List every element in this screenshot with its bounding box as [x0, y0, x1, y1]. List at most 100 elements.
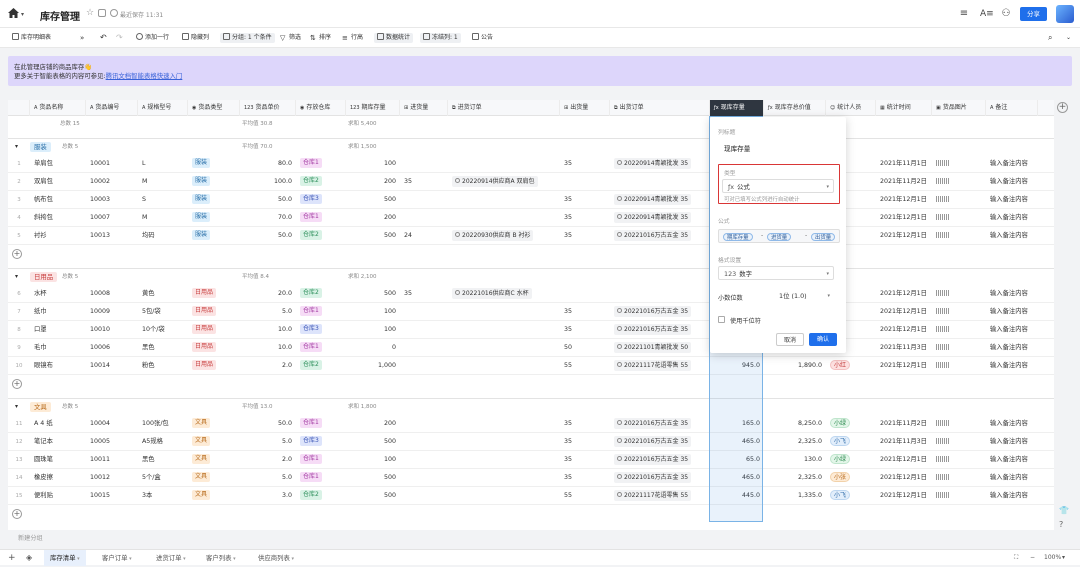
- cell[interactable]: 输入备注内容: [986, 173, 1038, 191]
- cell[interactable]: 165.0: [710, 415, 764, 433]
- cell[interactable]: 20221117花语零售 55: [610, 357, 710, 375]
- cell[interactable]: [448, 339, 560, 357]
- cell[interactable]: 20221016供应商C 水杯: [448, 285, 560, 303]
- add-row-button[interactable]: 添加一行: [136, 33, 169, 43]
- cell[interactable]: [610, 285, 710, 303]
- cell[interactable]: 2021年12月1日: [876, 191, 932, 209]
- linked-record[interactable]: 20221016万古五金 35: [614, 471, 692, 483]
- cell[interactable]: 口罩: [30, 321, 86, 339]
- cell[interactable]: 70.0: [240, 209, 296, 227]
- cell[interactable]: 仓库3: [296, 191, 346, 209]
- add-row-icon[interactable]: +: [12, 509, 22, 519]
- cell[interactable]: 输入备注内容: [986, 191, 1038, 209]
- redo-icon[interactable]: ↷: [116, 33, 123, 43]
- cell[interactable]: [448, 155, 560, 173]
- cell[interactable]: 黄色: [138, 285, 188, 303]
- cell[interactable]: 80.0: [240, 155, 296, 173]
- cell[interactable]: 2021年12月1日: [876, 303, 932, 321]
- cell[interactable]: 服装: [188, 209, 240, 227]
- cell[interactable]: [560, 285, 610, 303]
- search-icon[interactable]: ⌕: [1048, 33, 1052, 43]
- cell[interactable]: 2,325.0: [764, 433, 826, 451]
- cell[interactable]: 2.0: [240, 451, 296, 469]
- cell[interactable]: 1,000: [346, 357, 400, 375]
- cell[interactable]: 10010: [86, 321, 138, 339]
- cell[interactable]: 输入备注内容: [986, 451, 1038, 469]
- thousands-checkbox[interactable]: [718, 316, 725, 323]
- cell[interactable]: 文具: [188, 469, 240, 487]
- image-thumbnail[interactable]: [936, 232, 950, 238]
- cell[interactable]: 2021年12月1日: [876, 321, 932, 339]
- cell[interactable]: 仓库1: [296, 415, 346, 433]
- cell[interactable]: 5包/袋: [138, 303, 188, 321]
- cell[interactable]: 输入备注内容: [986, 285, 1038, 303]
- cell[interactable]: 输入备注内容: [986, 415, 1038, 433]
- add-collaborator-icon[interactable]: ⚇: [1000, 8, 1012, 20]
- cell[interactable]: 仓库1: [296, 209, 346, 227]
- cell[interactable]: 10个/袋: [138, 321, 188, 339]
- cell[interactable]: 35: [560, 415, 610, 433]
- cell[interactable]: 圆珠笔: [30, 451, 86, 469]
- cell[interactable]: [448, 357, 560, 375]
- cell[interactable]: 橡皮擦: [30, 469, 86, 487]
- cell[interactable]: 粉色: [138, 357, 188, 375]
- collapse-caret-icon[interactable]: ▾: [15, 139, 18, 155]
- table-row[interactable]: 11 A 4 纸 10004 100张/包 文具 50.0 仓库1 200 35…: [8, 415, 1054, 433]
- cell[interactable]: 服装: [188, 227, 240, 245]
- collapse-caret-icon[interactable]: ▾: [15, 399, 18, 415]
- cell[interactable]: 单肩包: [30, 155, 86, 173]
- cell[interactable]: 输入备注内容: [986, 339, 1038, 357]
- linked-record[interactable]: 20221117花语零售 55: [614, 359, 692, 371]
- cell[interactable]: 465.0: [710, 469, 764, 487]
- cell[interactable]: 945.0: [710, 357, 764, 375]
- column-header-1[interactable]: A 货品名称: [30, 100, 86, 116]
- image-thumbnail[interactable]: [936, 214, 950, 220]
- font-size-icon[interactable]: A≡: [980, 8, 994, 20]
- cell[interactable]: 输入备注内容: [986, 227, 1038, 245]
- cell[interactable]: 文具: [188, 433, 240, 451]
- cell[interactable]: 仓库2: [296, 285, 346, 303]
- cell[interactable]: 2021年12月1日: [876, 487, 932, 505]
- fullscreen-icon[interactable]: ⛶: [1014, 550, 1018, 566]
- cell[interactable]: [448, 191, 560, 209]
- cell[interactable]: [400, 433, 448, 451]
- cell[interactable]: 20220914青颖批发 35: [610, 209, 710, 227]
- cell[interactable]: [448, 487, 560, 505]
- cell[interactable]: 仓库1: [296, 155, 346, 173]
- cell[interactable]: 445.0: [710, 487, 764, 505]
- cell[interactable]: 55: [560, 357, 610, 375]
- cell[interactable]: [932, 469, 986, 487]
- cell[interactable]: 笔记本: [30, 433, 86, 451]
- cell[interactable]: 5个/盒: [138, 469, 188, 487]
- image-thumbnail[interactable]: [936, 420, 950, 426]
- cell[interactable]: 130.0: [764, 451, 826, 469]
- cell[interactable]: 水杯: [30, 285, 86, 303]
- cell[interactable]: 20220914青颖批发 35: [610, 191, 710, 209]
- cell[interactable]: 黑色: [138, 451, 188, 469]
- cell[interactable]: 50.0: [240, 415, 296, 433]
- cell[interactable]: [932, 209, 986, 227]
- sort-button[interactable]: ⇅ 排序: [310, 33, 331, 43]
- collapse-caret-icon[interactable]: ▾: [15, 269, 18, 285]
- cell[interactable]: 10014: [86, 357, 138, 375]
- cell[interactable]: 仓库2: [296, 487, 346, 505]
- menu-icon[interactable]: ≡: [958, 8, 970, 20]
- cell[interactable]: 小飞: [826, 487, 876, 505]
- home-caret-icon[interactable]: ▾: [21, 11, 24, 18]
- cell[interactable]: 500: [346, 191, 400, 209]
- cell[interactable]: [932, 433, 986, 451]
- cell[interactable]: [400, 357, 448, 375]
- cell[interactable]: 小张: [826, 469, 876, 487]
- cell[interactable]: 35: [560, 209, 610, 227]
- collapse-icon[interactable]: »: [80, 33, 84, 43]
- cell[interactable]: 仓库1: [296, 451, 346, 469]
- cell[interactable]: 10009: [86, 303, 138, 321]
- cell[interactable]: 55: [560, 487, 610, 505]
- sheet-tab[interactable]: 客户列表 ▾: [200, 550, 242, 566]
- cell[interactable]: 500: [346, 227, 400, 245]
- cell[interactable]: 200: [346, 415, 400, 433]
- layers-icon[interactable]: ◈: [22, 550, 36, 566]
- cell[interactable]: 20220930供应商 B 衬衫: [448, 227, 560, 245]
- cell[interactable]: [400, 339, 448, 357]
- cell[interactable]: 35: [560, 433, 610, 451]
